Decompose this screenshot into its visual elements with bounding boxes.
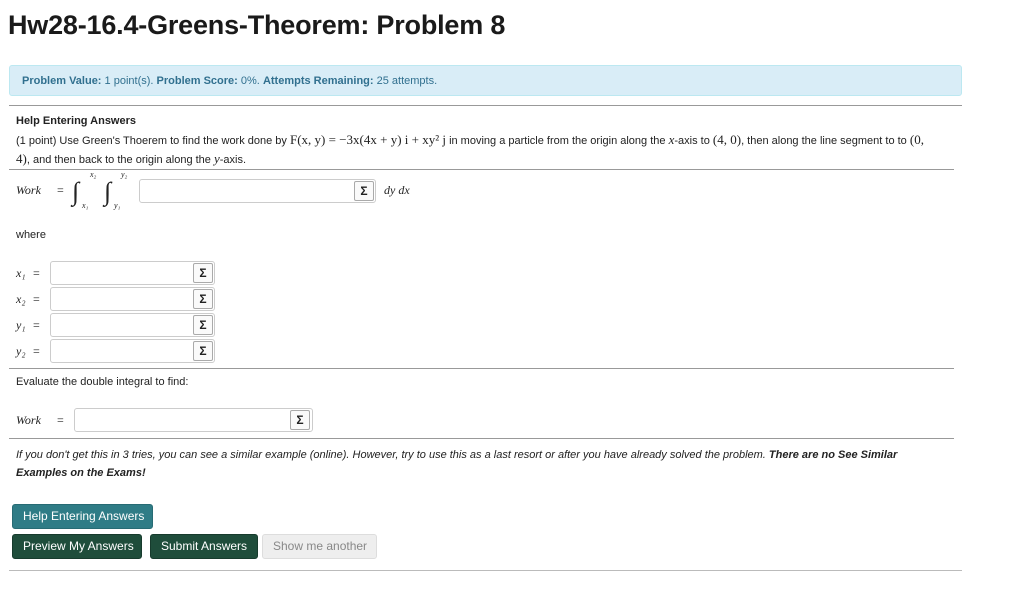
x2-equation-editor-button[interactable]: Σ bbox=[193, 289, 213, 309]
x1-label: x₁ bbox=[16, 266, 26, 280]
y2-label: y₂ bbox=[16, 344, 26, 358]
problem-intro: (1 point) Use Green's Thoerem to find th… bbox=[16, 135, 287, 147]
submit-answers-button[interactable]: Submit Answers bbox=[150, 534, 258, 559]
divider bbox=[9, 105, 962, 106]
y1-label: y₁ bbox=[16, 318, 26, 332]
problem-score-text: 0%. bbox=[240, 75, 260, 87]
attempts-remaining-label: Attempts Remaining: bbox=[262, 75, 374, 87]
y1-input[interactable] bbox=[50, 313, 215, 337]
final-work-label: Work bbox=[16, 413, 41, 427]
problem-value-label: Problem Value: bbox=[22, 75, 102, 87]
problem-text-part: in moving a particle from the origin alo… bbox=[449, 135, 666, 147]
divider bbox=[9, 169, 954, 170]
outer-integral-sign: ∫ bbox=[72, 177, 80, 206]
inner-integral-sign: ∫ bbox=[104, 177, 112, 206]
equals-sign: = bbox=[33, 266, 40, 280]
problem-text-part: -axis to bbox=[674, 135, 710, 147]
divider bbox=[9, 570, 962, 571]
attempts-remaining-text: 25 attempts. bbox=[376, 75, 438, 87]
divider bbox=[9, 438, 954, 439]
equals-sign: = bbox=[57, 413, 64, 427]
outer-lower-limit: x₁ bbox=[82, 201, 89, 210]
x2-label: x₂ bbox=[16, 292, 26, 306]
inner-lower-limit: y₁ bbox=[114, 201, 121, 210]
x2-input[interactable] bbox=[50, 287, 215, 311]
problem-value-text: 1 point(s). bbox=[104, 75, 154, 87]
y1-equation-editor-button[interactable]: Σ bbox=[193, 315, 213, 335]
x1-input[interactable] bbox=[50, 261, 215, 285]
y2-equation-editor-button[interactable]: Σ bbox=[193, 341, 213, 361]
help-entering-answers-button[interactable]: Help Entering Answers bbox=[12, 504, 153, 529]
page-title: Hw28-16.4-Greens-Theorem: Problem 8 bbox=[8, 10, 506, 40]
final-work-input[interactable] bbox=[74, 408, 313, 432]
problem-score-label: Problem Score: bbox=[156, 75, 238, 87]
equals-sign: = bbox=[57, 183, 64, 197]
integrand-input[interactable] bbox=[139, 179, 376, 203]
equals-sign: = bbox=[33, 344, 40, 358]
similar-example-note: If you don't get this in 3 tries, you ca… bbox=[16, 446, 946, 482]
problem-text-part: , and then back to the origin along the bbox=[26, 154, 211, 166]
point-one: (4, 0) bbox=[712, 132, 742, 147]
integrand-equation-editor-button[interactable]: Σ bbox=[354, 181, 374, 201]
y2-input[interactable] bbox=[50, 339, 215, 363]
divider bbox=[9, 368, 954, 369]
work-label: Work bbox=[16, 183, 41, 197]
note-text: If you don't get this in 3 tries, you ca… bbox=[16, 449, 766, 461]
problem-text-part: -axis. bbox=[219, 154, 247, 166]
problem-statement: (1 point) Use Green's Thoerem to find th… bbox=[16, 131, 936, 169]
vector-field: F(x, y) = −3x(4x + y) i + xy² j bbox=[290, 132, 446, 147]
equals-sign: = bbox=[33, 292, 40, 306]
x1-equation-editor-button[interactable]: Σ bbox=[193, 263, 213, 283]
where-label: where bbox=[16, 229, 46, 241]
problem-text-part: , then along the line segment to to bbox=[741, 135, 907, 147]
equals-sign: = bbox=[33, 318, 40, 332]
preview-my-answers-button[interactable]: Preview My Answers bbox=[12, 534, 142, 559]
outer-upper-limit: x₂ bbox=[90, 170, 97, 179]
inner-upper-limit: y₂ bbox=[121, 170, 128, 179]
final-work-equation-editor-button[interactable]: Σ bbox=[290, 410, 310, 430]
problem-info-bar: Problem Value: 1 point(s). Problem Score… bbox=[9, 65, 962, 96]
help-entering-answers-heading: Help Entering Answers bbox=[16, 115, 137, 127]
evaluate-instruction: Evaluate the double integral to find: bbox=[16, 376, 189, 388]
differentials: dy dx bbox=[384, 183, 410, 197]
show-me-another-button[interactable]: Show me another bbox=[262, 534, 377, 559]
